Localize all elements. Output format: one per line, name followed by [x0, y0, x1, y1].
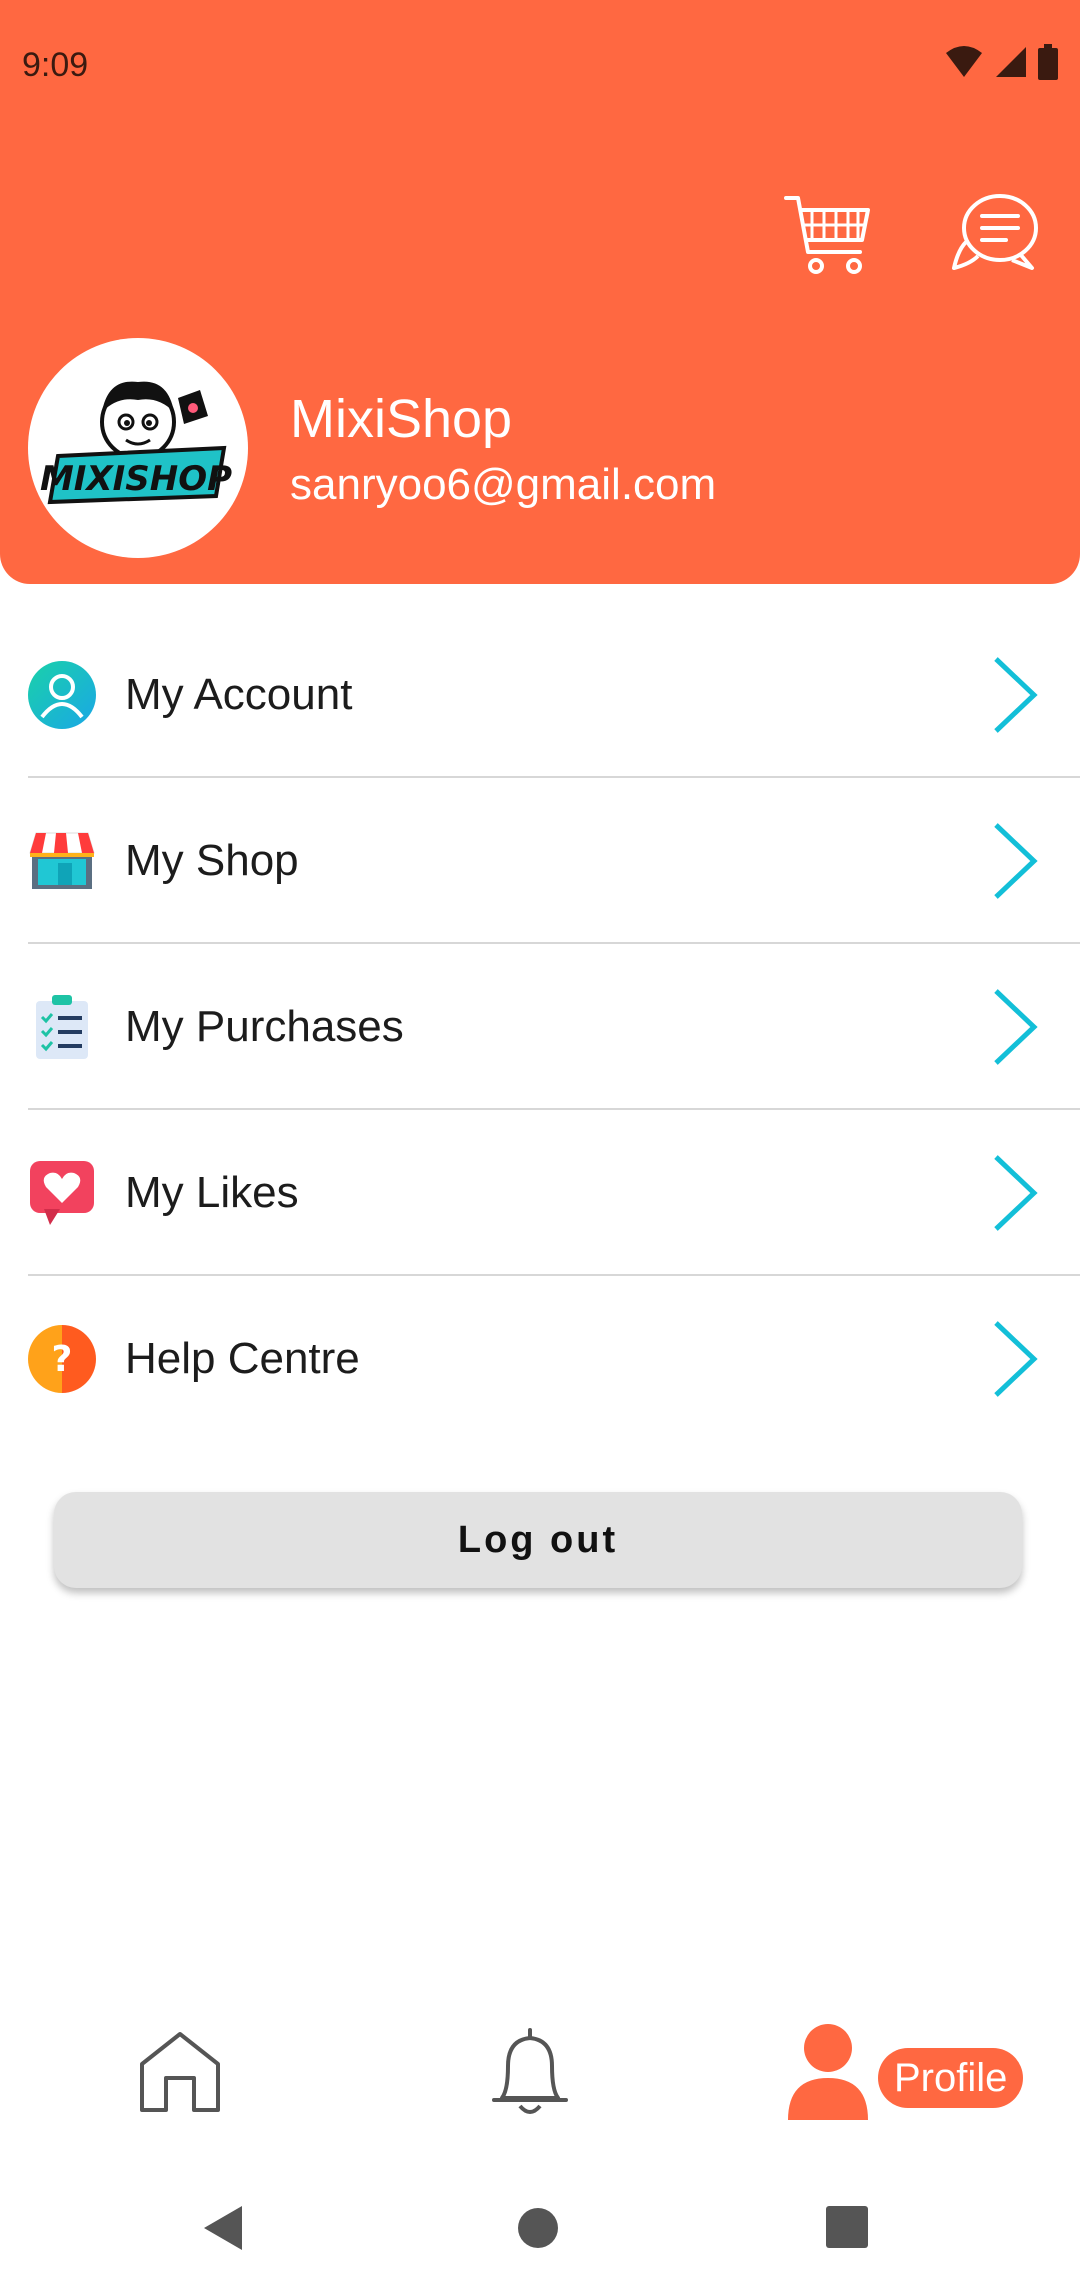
wifi-icon: [946, 46, 982, 77]
chat-icon[interactable]: [948, 190, 1040, 282]
logout-button[interactable]: Log out: [54, 1492, 1022, 1588]
menu-item-my-shop[interactable]: My Shop: [0, 778, 1080, 944]
system-nav-bar: [0, 2168, 1080, 2268]
heart-icon: [30, 1161, 94, 1225]
home-icon[interactable]: [138, 2030, 222, 2114]
chevron-right-icon: [994, 657, 1038, 733]
menu-item-my-account[interactable]: My Account: [0, 612, 1080, 778]
profile-header: 9:09 MIXISHOP MixiShop sanryoo6@gmail.co…: [0, 0, 1080, 584]
status-icons: [944, 44, 1058, 80]
menu-label: My Shop: [125, 836, 299, 885]
menu-item-my-likes[interactable]: My Likes: [0, 1110, 1080, 1276]
chevron-right-icon: [994, 1155, 1038, 1231]
profile-nav-icon[interactable]: [786, 2022, 870, 2122]
menu-label: Help Centre: [125, 1334, 360, 1383]
menu-item-my-purchases[interactable]: My Purchases: [0, 944, 1080, 1110]
status-time: 9:09: [22, 46, 89, 84]
recents-icon[interactable]: [826, 2206, 868, 2248]
menu-item-help-centre[interactable]: ? Help Centre: [0, 1276, 1080, 1442]
bell-icon[interactable]: [488, 2026, 572, 2122]
avatar[interactable]: MIXISHOP: [28, 338, 248, 558]
profile-nav-label[interactable]: Profile: [878, 2048, 1024, 2108]
profile-name: MixiShop: [290, 389, 513, 449]
mixishop-logo: MIXISHOP: [40, 381, 232, 505]
shop-icon: [29, 832, 95, 889]
menu-label: My Likes: [125, 1168, 299, 1217]
user-icon: [28, 661, 96, 729]
cart-icon[interactable]: [782, 190, 874, 282]
avatar-logo-text: MIXISHOP: [40, 459, 232, 499]
profile-menu: My Account My Shop My Purchases My Likes…: [0, 612, 1080, 1442]
chevron-right-icon: [994, 823, 1038, 899]
menu-label: My Account: [125, 670, 353, 719]
chevron-right-icon: [994, 989, 1038, 1065]
profile-email: sanryoo6@gmail.com: [290, 460, 717, 509]
home-circle-icon[interactable]: [516, 2206, 560, 2250]
help-icon: ?: [28, 1325, 96, 1393]
signal-icon: [996, 47, 1026, 77]
back-icon[interactable]: [202, 2204, 246, 2252]
checklist-icon: [36, 995, 88, 1059]
menu-label: My Purchases: [125, 1002, 404, 1051]
svg-text:?: ?: [52, 1339, 73, 1380]
chevron-right-icon: [994, 1321, 1038, 1397]
battery-icon: [1038, 44, 1058, 80]
